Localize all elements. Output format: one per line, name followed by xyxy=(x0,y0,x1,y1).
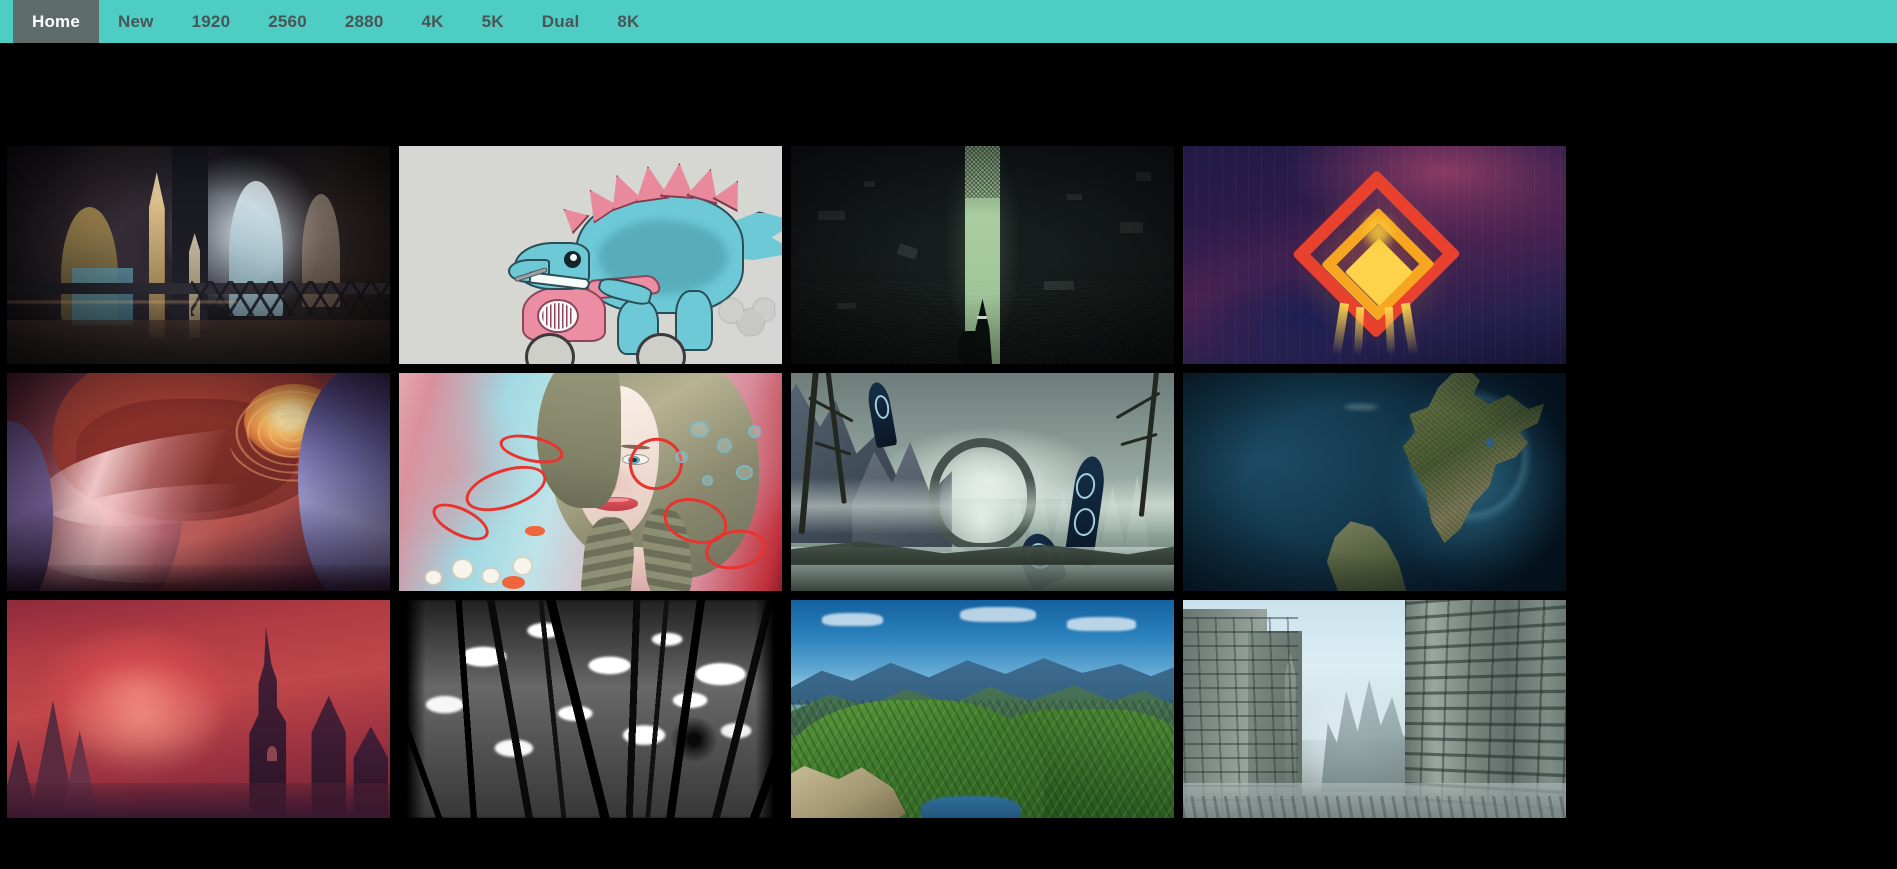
wallpaper-thumb-bw-forest-canopy[interactable] xyxy=(399,600,782,818)
nav-item-label: 2880 xyxy=(344,11,384,31)
nav-item-8k[interactable]: 8K xyxy=(598,0,658,43)
wallpaper-art xyxy=(7,373,390,591)
wallpaper-thumb-stegosaurus-on-scooter[interactable] xyxy=(399,146,782,364)
nav-item-2560[interactable]: 2560 xyxy=(249,0,326,43)
wallpaper-art xyxy=(791,373,1174,591)
wallpaper-art xyxy=(399,146,782,364)
nav-item-5k[interactable]: 5K xyxy=(463,0,523,43)
nav-item-4k[interactable]: 4K xyxy=(402,0,462,43)
nav-item-label: Dual xyxy=(541,11,580,31)
nav-item-2880[interactable]: 2880 xyxy=(326,0,403,43)
nav-item-label: Home xyxy=(32,11,81,31)
wallpaper-thumb-ruined-city-street[interactable] xyxy=(1183,600,1566,818)
nav-item-label: 5K xyxy=(481,11,504,31)
wallpaper-grid xyxy=(0,146,1897,818)
nav-item-label: 4K xyxy=(421,11,444,31)
wallpaper-art xyxy=(7,146,390,364)
wallpaper-art xyxy=(791,600,1174,818)
main-navbar: Home New 1920 2560 2880 4K 5K Dual 8K xyxy=(0,0,1897,43)
nav-item-new[interactable]: New xyxy=(99,0,173,43)
wallpaper-thumb-green-mountain-valley[interactable] xyxy=(791,600,1174,818)
wallpaper-thumb-cyberpunk-city-arches[interactable] xyxy=(7,146,390,364)
wallpaper-art xyxy=(399,373,782,591)
wallpaper-thumb-watercolor-woman-portrait[interactable] xyxy=(399,373,782,591)
wallpaper-thumb-red-sky-castle[interactable] xyxy=(7,600,390,818)
nav-item-label: 2560 xyxy=(268,11,307,31)
wallpaper-thumb-misty-fantasy-arch-valley[interactable] xyxy=(791,373,1174,591)
nav-item-label: 1920 xyxy=(191,11,231,31)
wallpaper-art xyxy=(1183,600,1566,818)
wallpaper-art xyxy=(1183,373,1566,591)
wallpaper-art xyxy=(7,600,390,818)
nav-item-home[interactable]: Home xyxy=(13,0,100,43)
nav-item-label: New xyxy=(118,11,154,31)
wallpaper-thumb-orange-geometric-diamond[interactable] xyxy=(1183,146,1566,364)
ad-placeholder-band xyxy=(0,43,1897,146)
wallpaper-thumb-green-light-shaft-figure[interactable] xyxy=(791,146,1174,364)
nav-item-label: 8K xyxy=(617,11,640,31)
nav-item-1920[interactable]: 1920 xyxy=(173,0,250,43)
wallpaper-art xyxy=(1183,146,1566,364)
wallpaper-thumb-antelope-slot-canyon[interactable] xyxy=(7,373,390,591)
wallpaper-thumb-new-zealand-satellite-map[interactable] xyxy=(1183,373,1566,591)
nav-item-dual[interactable]: Dual xyxy=(523,0,599,43)
wallpaper-art xyxy=(399,600,782,818)
wallpaper-art xyxy=(791,146,1174,364)
